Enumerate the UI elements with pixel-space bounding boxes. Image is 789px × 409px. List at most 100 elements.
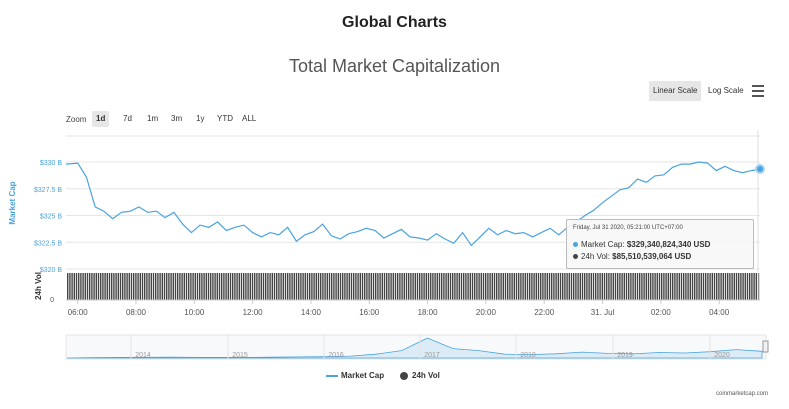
zoom-all-button[interactable]: ALL <box>238 111 260 127</box>
volume-bar <box>709 273 711 300</box>
volume-bar <box>742 273 744 300</box>
y-tick-label: $325 B <box>40 214 63 221</box>
volume-bar <box>355 273 357 300</box>
volume-bar <box>339 273 342 300</box>
volume-bar <box>632 273 634 300</box>
volume-bar <box>452 273 454 300</box>
volume-bar <box>753 273 755 300</box>
volume-bar <box>630 273 632 300</box>
page-title: Global Charts <box>342 14 447 31</box>
legend-24h-vol[interactable]: 24h Vol <box>400 371 440 380</box>
volume-bar <box>606 273 608 300</box>
volume-bar <box>735 273 738 300</box>
volume-bar <box>401 273 403 300</box>
volume-bar <box>326 273 328 300</box>
navigator-year-label: 2018 <box>520 352 536 359</box>
volume-bar <box>216 273 218 300</box>
volume-bar <box>408 273 410 300</box>
volume-bar <box>456 273 458 300</box>
volume-bar <box>432 273 434 300</box>
volume-bar <box>122 273 124 300</box>
volume-bar <box>174 273 177 300</box>
volume-bar <box>291 273 293 300</box>
linear-scale-button[interactable]: Linear Scale <box>649 81 702 101</box>
volume-bar <box>368 273 370 300</box>
volume-bar <box>346 273 348 300</box>
volume-bar <box>416 273 419 300</box>
volume-bar <box>584 273 586 300</box>
volume-bar <box>689 273 691 300</box>
volume-bar <box>674 273 676 300</box>
volume-bar <box>665 273 667 300</box>
x-tick-label: 02:00 <box>651 308 672 317</box>
line-legend-icon <box>326 374 338 377</box>
volume-bar <box>515 273 518 300</box>
volume-bar <box>293 273 295 300</box>
volume-bar <box>113 273 115 300</box>
volume-bar <box>199 273 201 300</box>
volume-bar <box>720 273 722 300</box>
log-scale-button[interactable]: Log Scale <box>704 81 748 101</box>
volume-bar <box>531 273 533 300</box>
volume-bar <box>331 273 333 300</box>
navigator-year-label: 2015 <box>232 352 248 359</box>
volume-bar <box>78 273 80 300</box>
volume-bar <box>522 273 524 300</box>
volume-bar <box>751 273 753 300</box>
volume-bar <box>511 273 513 300</box>
volume-bar <box>304 273 306 300</box>
volume-bar <box>586 273 588 300</box>
volume-bar <box>733 273 735 300</box>
volume-bar <box>669 273 672 300</box>
volume-bar <box>232 273 234 300</box>
volume-bar <box>344 273 346 300</box>
volume-bar <box>106 273 108 300</box>
tooltip-vol-label: 24h Vol: <box>581 252 610 261</box>
volume-bar <box>324 273 326 300</box>
hamburger-menu-icon[interactable] <box>752 85 764 100</box>
navigator-handle[interactable] <box>762 340 769 353</box>
y-tick-label: $327.5 B <box>34 187 62 194</box>
volume-bar <box>625 273 628 300</box>
volume-bar <box>243 273 245 300</box>
volume-bar <box>82 273 84 300</box>
zoom-7d-button[interactable]: 7d <box>119 111 136 127</box>
legend-market-cap[interactable]: Market Cap <box>326 371 384 380</box>
volume-bar <box>278 273 280 300</box>
volume-bar <box>617 273 619 300</box>
volume-bar <box>731 273 733 300</box>
zoom-ytd-button[interactable]: YTD <box>213 111 237 127</box>
volume-bar <box>188 273 190 300</box>
volume-bar <box>656 273 658 300</box>
navigator[interactable]: 2014 2015 2016 2017 2018 2019 2020 <box>65 334 769 360</box>
volume-bar <box>595 273 597 300</box>
x-tick-label: 31. Jul <box>591 308 615 317</box>
volume-bar <box>361 273 364 300</box>
volume-bar <box>460 273 463 300</box>
volume-bar <box>579 273 581 300</box>
volume-bar <box>328 273 331 300</box>
zoom-1d-button[interactable]: 1d <box>92 111 110 127</box>
volume-bar <box>350 273 353 300</box>
volume-bar <box>236 273 238 300</box>
tooltip-date: Friday, Jul 31 2020, 05:21:00 UTC+07:00 <box>573 225 683 231</box>
volume-bar <box>707 273 709 300</box>
zoom-1y-button[interactable]: 1y <box>192 111 208 127</box>
zoom-3m-button[interactable]: 3m <box>167 111 186 127</box>
volume-bar <box>218 273 221 300</box>
volume-bar <box>465 273 467 300</box>
volume-bar <box>757 273 760 300</box>
volume-bar <box>502 273 504 300</box>
volume-bar <box>599 273 601 300</box>
volume-bar <box>152 273 155 300</box>
zoom-1m-button[interactable]: 1m <box>143 111 162 127</box>
volume-bar <box>397 273 399 300</box>
volume-bar <box>474 273 476 300</box>
volume-bar <box>639 273 641 300</box>
volume-bar <box>170 273 172 300</box>
volume-bar <box>696 273 698 300</box>
volume-bar <box>262 273 265 300</box>
volume-bar <box>445 273 447 300</box>
volume-bar <box>518 273 520 300</box>
tooltip-market-cap-label: Market Cap: <box>581 240 625 249</box>
